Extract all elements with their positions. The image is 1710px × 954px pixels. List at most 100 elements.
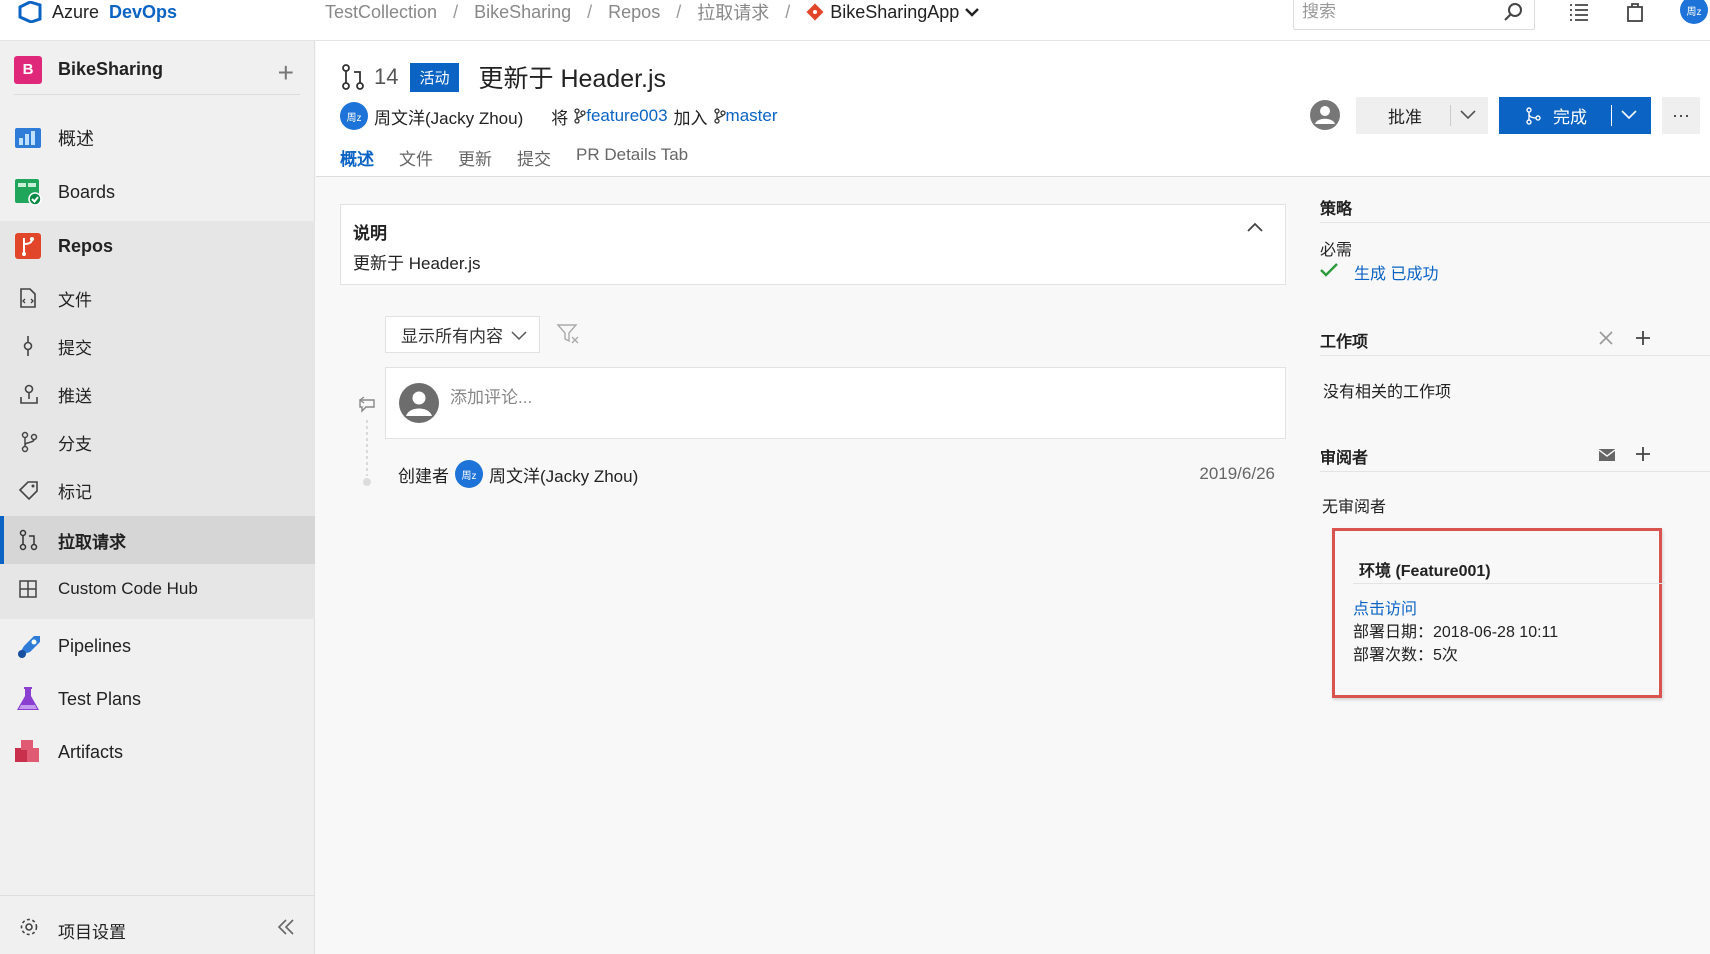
environment-card: 环境 (Feature001) 点击访问 部署日期：2018-06-28 10:… <box>1332 528 1665 698</box>
merge-icon <box>1525 106 1541 125</box>
close-icon[interactable] <box>1598 330 1614 346</box>
branch-icon <box>713 108 726 124</box>
comment-input[interactable] <box>450 388 950 408</box>
overview-icon <box>14 125 42 151</box>
project-header[interactable]: B BikeSharing + <box>14 55 300 95</box>
search-box <box>1293 0 1535 30</box>
breadcrumb-pull-requests[interactable]: 拉取请求 <box>697 0 769 25</box>
divider <box>1611 105 1612 126</box>
breadcrumb-collection[interactable]: TestCollection <box>325 2 437 23</box>
work-items-header: 工作项 <box>1320 324 1710 356</box>
repo-selector[interactable]: BikeSharingApp <box>806 1 980 23</box>
chevron-up-icon[interactable] <box>1247 223 1263 233</box>
pipelines-icon <box>14 632 42 660</box>
project-settings[interactable]: 项目设置 <box>0 895 315 954</box>
avatar <box>398 382 440 424</box>
user-avatar[interactable]: 周z <box>1680 0 1708 24</box>
tab-overview[interactable]: 概述 <box>340 145 374 170</box>
sidebar-item-label: Artifacts <box>58 741 124 762</box>
chevron-down-icon <box>511 330 527 341</box>
comment-box <box>385 367 1286 439</box>
search-icon[interactable] <box>1502 1 1524 23</box>
commits-icon <box>20 335 36 357</box>
comment-thread-icon <box>358 396 378 414</box>
add-icon[interactable]: + <box>278 57 294 89</box>
chevron-down-icon[interactable] <box>1621 109 1637 121</box>
sidebar-item-pipelines[interactable]: Pipelines <box>0 621 315 671</box>
complete-button[interactable]: 完成 <box>1499 97 1651 134</box>
add-icon[interactable] <box>1634 329 1652 347</box>
sidebar-item-label: 提交 <box>58 338 92 358</box>
breadcrumb-project[interactable]: BikeSharing <box>474 2 571 23</box>
created-by-row: 创建者 周z 周文洋(Jacky Zhou) 2019/6/26 <box>398 459 1286 489</box>
chevron-down-icon <box>965 7 980 17</box>
target-branch-link[interactable]: master <box>726 106 778 126</box>
reviewers-heading: 审阅者 <box>1320 450 1369 467</box>
branch-icon <box>574 108 586 124</box>
shopping-bag-icon[interactable] <box>1624 1 1646 23</box>
top-bar: Azure DevOps TestCollection / BikeSharin… <box>0 0 1710 41</box>
description-heading: 说明 <box>353 224 387 243</box>
sidebar-item-label: Custom Code Hub <box>58 579 198 598</box>
search-input[interactable] <box>1294 0 1494 27</box>
add-icon[interactable] <box>1634 445 1652 463</box>
avatar[interactable]: 周z <box>340 102 368 130</box>
source-branch-link[interactable]: feature003 <box>586 106 667 126</box>
divider <box>1450 105 1451 126</box>
pr-author[interactable]: 周文洋(Jacky Zhou) <box>374 104 523 129</box>
sidebar-item-tags[interactable]: 标记 <box>0 467 315 513</box>
chevron-down-icon[interactable] <box>1460 109 1476 121</box>
sidebar-item-files[interactable]: 文件 <box>0 275 315 321</box>
main-content: 14 活动 更新于 Header.js 周z 周文洋(Jacky Zhou) 将… <box>316 41 1710 954</box>
created-by-label: 创建者 <box>398 466 449 486</box>
gear-icon <box>18 916 40 938</box>
avatar[interactable]: 周z <box>455 460 483 488</box>
reviewer-avatar-icon[interactable] <box>1309 99 1341 131</box>
created-by-name[interactable]: 周文洋(Jacky Zhou) <box>489 462 638 487</box>
sidebar-item-artifacts[interactable]: Artifacts <box>0 727 315 777</box>
filter-label: 显示所有内容 <box>401 327 503 346</box>
filter-icon[interactable] <box>556 323 580 345</box>
pr-tabs: 概述 文件 更新 提交 PR Details Tab <box>340 145 688 170</box>
project-avatar: B <box>14 55 42 84</box>
mail-icon[interactable] <box>1598 448 1616 462</box>
sidebar-item-branches[interactable]: 分支 <box>0 419 315 465</box>
environment-heading: 环境 (Feature001) <box>1359 563 1491 580</box>
sidebar-item-label: Boards <box>58 181 116 202</box>
repo-name: BikeSharingApp <box>830 1 960 22</box>
breadcrumb-separator: / <box>785 1 791 22</box>
work-items-heading: 工作项 <box>1320 334 1369 351</box>
artifacts-icon <box>14 738 42 766</box>
tab-commits[interactable]: 提交 <box>517 145 551 170</box>
sidebar-item-repos[interactable]: Repos <box>0 221 315 271</box>
required-label: 必需 <box>1320 242 1353 259</box>
sidebar-item-test-plans[interactable]: Test Plans <box>0 674 315 724</box>
brand-devops: DevOps <box>109 1 178 22</box>
complete-label: 完成 <box>1553 108 1587 127</box>
sidebar: B BikeSharing + 概述 Boards Repos 文件 提交 推送… <box>0 41 315 954</box>
sidebar-item-overview[interactable]: 概述 <box>0 113 315 163</box>
activity-filter-dropdown[interactable]: 显示所有内容 <box>385 316 540 353</box>
settings-label: 项目设置 <box>58 923 126 942</box>
more-options-button[interactable]: ··· <box>1662 97 1700 134</box>
approve-button[interactable]: 批准 <box>1356 97 1488 134</box>
visit-link[interactable]: 点击访问 <box>1353 595 1417 619</box>
build-status-link[interactable]: 生成 已成功 <box>1354 260 1438 284</box>
sidebar-item-pull-requests[interactable]: 拉取请求 <box>0 516 315 564</box>
sidebar-item-label: Repos <box>58 235 114 256</box>
tab-files[interactable]: 文件 <box>399 145 433 170</box>
sidebar-item-label: 概述 <box>58 129 94 149</box>
task-list-icon[interactable] <box>1568 1 1590 23</box>
sidebar-item-commits[interactable]: 提交 <box>0 323 315 369</box>
sidebar-item-label: Test Plans <box>58 688 142 709</box>
sidebar-item-boards[interactable]: Boards <box>0 167 315 217</box>
sidebar-item-custom-code-hub[interactable]: Custom Code Hub <box>0 565 315 613</box>
brand[interactable]: Azure DevOps <box>18 0 177 24</box>
tab-updates[interactable]: 更新 <box>458 145 492 170</box>
tab-pr-details[interactable]: PR Details Tab <box>576 145 688 170</box>
tags-icon <box>18 479 40 501</box>
breadcrumb-repos[interactable]: Repos <box>608 2 660 23</box>
collapse-sidebar-icon[interactable] <box>276 918 296 936</box>
repos-icon <box>14 232 42 260</box>
sidebar-item-pushes[interactable]: 推送 <box>0 371 315 417</box>
